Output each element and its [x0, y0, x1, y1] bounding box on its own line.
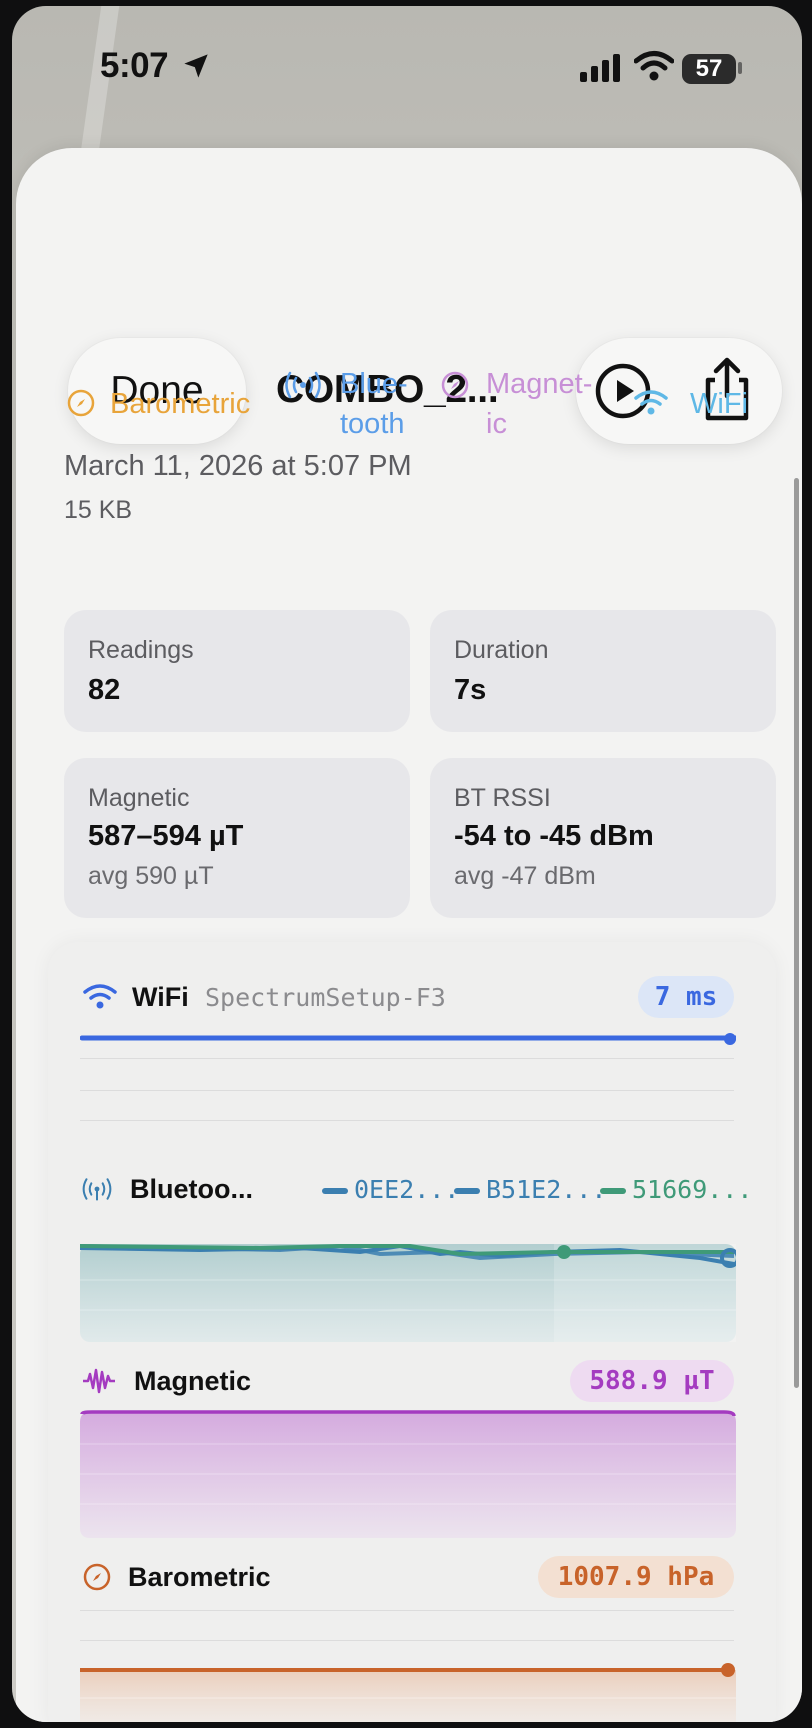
waveform-icon	[83, 1368, 115, 1394]
tag-wifi: WiFi	[690, 388, 748, 420]
wifi-latency-badge: 7 ms	[638, 976, 734, 1018]
grid-line	[80, 1610, 734, 1611]
bluetooth-chart	[80, 1243, 736, 1342]
wifi-icon	[634, 390, 668, 415]
duration-value: 7s	[454, 674, 487, 706]
magnetic-area-fill	[80, 1412, 736, 1538]
magnetic-chart	[80, 1410, 736, 1538]
location-arrow-icon	[184, 54, 208, 78]
wifi-status-icon	[634, 51, 674, 81]
cellular-signal-icon	[580, 54, 620, 82]
barometric-value-badge: 1007.9 hPa	[538, 1556, 734, 1598]
legend-swatch	[600, 1188, 626, 1194]
wifi-chart-label: WiFi	[132, 982, 189, 1012]
barometric-chart	[80, 1663, 736, 1722]
grid-line	[80, 1640, 734, 1641]
magnetic-chart-label: Magnetic	[134, 1366, 252, 1396]
magnetic-range: 587–594 µT	[88, 820, 244, 852]
wifi-chart	[80, 1033, 736, 1045]
antenna-icon	[285, 371, 321, 399]
phone-screen: 5:07 57 Done COMBO_2... Barometric Blue-…	[12, 6, 802, 1722]
compass-icon	[67, 389, 95, 417]
battery-tip	[738, 62, 742, 74]
compass-icon	[441, 371, 469, 399]
battery-indicator: 57	[682, 54, 736, 84]
magnetic-label: Magnetic	[88, 784, 190, 812]
scrollbar[interactable]	[794, 478, 799, 1388]
tag-bluetooth: Blue- tooth	[340, 368, 408, 440]
barometric-chart-label: Barometric	[128, 1562, 271, 1592]
antenna-icon	[82, 1178, 112, 1201]
recording-size: 15 KB	[64, 496, 133, 524]
barometric-area-fill	[80, 1670, 736, 1722]
grid-line	[80, 1090, 734, 1091]
status-time: 5:07	[100, 46, 169, 85]
legend-swatch	[322, 1188, 348, 1194]
header-actions	[576, 338, 782, 444]
grid-line	[80, 1120, 734, 1121]
legend-swatch	[454, 1188, 480, 1194]
duration-label: Duration	[454, 636, 549, 664]
duration-card: Duration 7s	[430, 610, 776, 732]
recording-date: March 11, 2026 at 5:07 PM	[64, 450, 412, 482]
bt-cursor-point	[557, 1245, 571, 1259]
readings-label: Readings	[88, 636, 194, 664]
barometric-latest-point	[721, 1663, 735, 1677]
bt-rssi-label: BT RSSI	[454, 784, 551, 812]
bt-rssi-range: -54 to -45 dBm	[454, 820, 654, 852]
readings-value: 82	[88, 674, 121, 706]
bt-device-1: 0EE2...	[354, 1175, 460, 1204]
magnetic-value-badge: 588.9 µT	[570, 1360, 734, 1402]
compass-icon	[83, 1563, 111, 1591]
magnetic-card: Magnetic 587–594 µT avg 590 µT	[64, 758, 410, 918]
tag-barometric: Barometric	[110, 388, 251, 420]
wifi-network-name: SpectrumSetup-F3	[205, 983, 446, 1012]
bt-rssi-card: BT RSSI -54 to -45 dBm avg -47 dBm	[430, 758, 776, 918]
tag-magnetic: Magnet- ic	[486, 368, 593, 440]
bt-rssi-avg: avg -47 dBm	[454, 862, 596, 890]
bluetooth-chart-label: Bluetoo...	[130, 1174, 253, 1204]
bt-device-2: B51E2...	[486, 1175, 607, 1204]
wifi-latest-point	[724, 1033, 736, 1045]
wifi-icon	[83, 984, 117, 1009]
readings-card: Readings 82	[64, 610, 410, 732]
status-bar: 5:07 57	[12, 6, 802, 126]
magnetic-avg: avg 590 µT	[88, 862, 214, 890]
bt-device-3: 51669...	[632, 1175, 753, 1204]
